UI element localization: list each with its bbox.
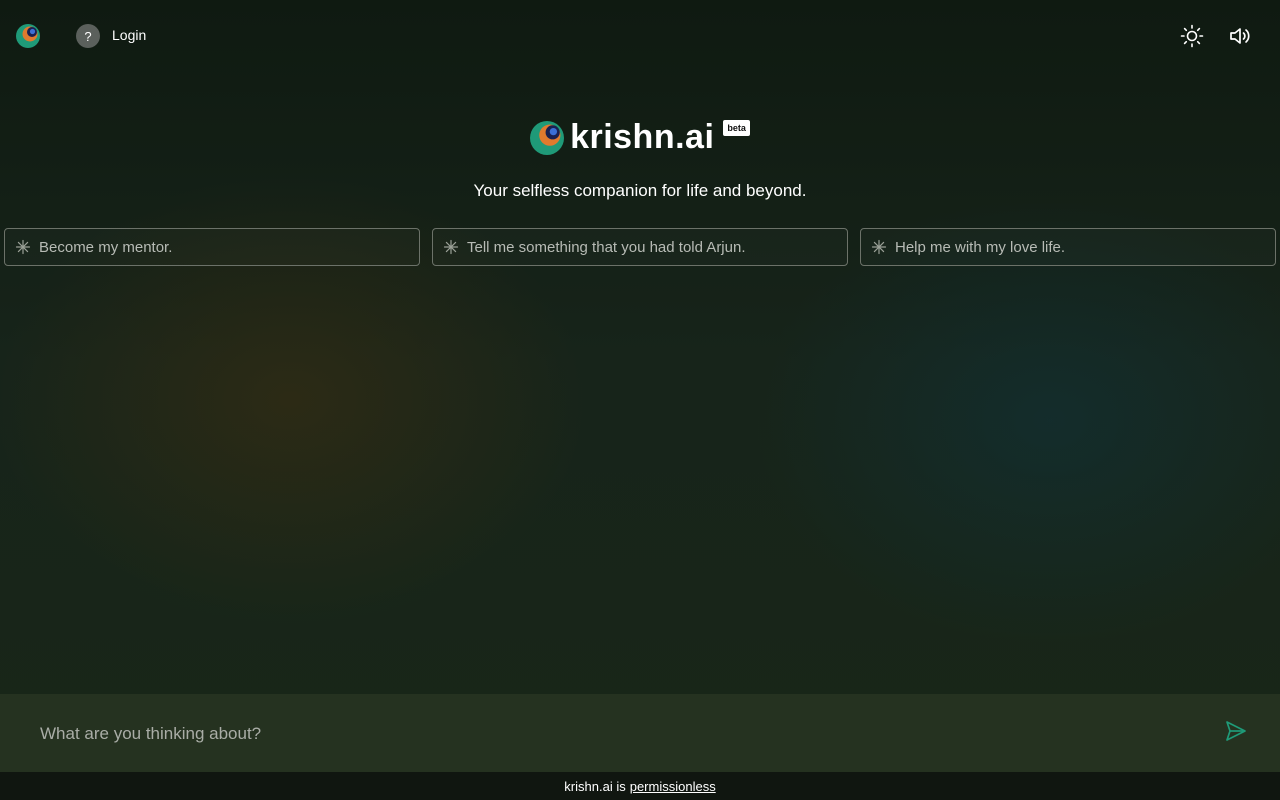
suggestion-love-life[interactable]: Help me with my love life. xyxy=(860,228,1276,266)
suggestion-label: Tell me something that you had told Arju… xyxy=(467,238,746,256)
login-link[interactable]: Login xyxy=(112,27,146,43)
suggestion-label: Become my mentor. xyxy=(39,238,173,256)
brand-name: krishn.ai xyxy=(570,118,715,156)
logo-icon xyxy=(530,120,565,155)
logo-icon[interactable] xyxy=(16,24,40,48)
message-input[interactable] xyxy=(28,714,1202,754)
composer-bar xyxy=(0,694,1280,772)
suggestion-list: Become my mentor. Tell me something that… xyxy=(4,228,1276,266)
speaker-icon[interactable] xyxy=(1228,24,1252,48)
send-icon[interactable] xyxy=(1224,719,1248,743)
suggestion-mentor[interactable]: Become my mentor. xyxy=(4,228,420,266)
sun-icon[interactable] xyxy=(1180,24,1204,48)
beta-badge: beta xyxy=(723,120,750,136)
asterisk-icon xyxy=(15,239,31,255)
footer: krishn.ai is permissionless xyxy=(0,772,1280,800)
footer-text: krishn.ai is xyxy=(564,778,626,794)
top-bar: ? Login xyxy=(0,0,1280,72)
asterisk-icon xyxy=(871,239,887,255)
suggestion-arjun[interactable]: Tell me something that you had told Arju… xyxy=(432,228,848,266)
tagline: Your selfless companion for life and bey… xyxy=(473,181,807,200)
suggestion-label: Help me with my love life. xyxy=(895,238,1066,256)
permissionless-link[interactable]: permissionless xyxy=(630,779,716,794)
brand-header: krishn.ai beta xyxy=(0,118,1280,157)
help-icon[interactable]: ? xyxy=(76,24,100,48)
help-label: ? xyxy=(84,28,92,44)
asterisk-icon xyxy=(443,239,459,255)
